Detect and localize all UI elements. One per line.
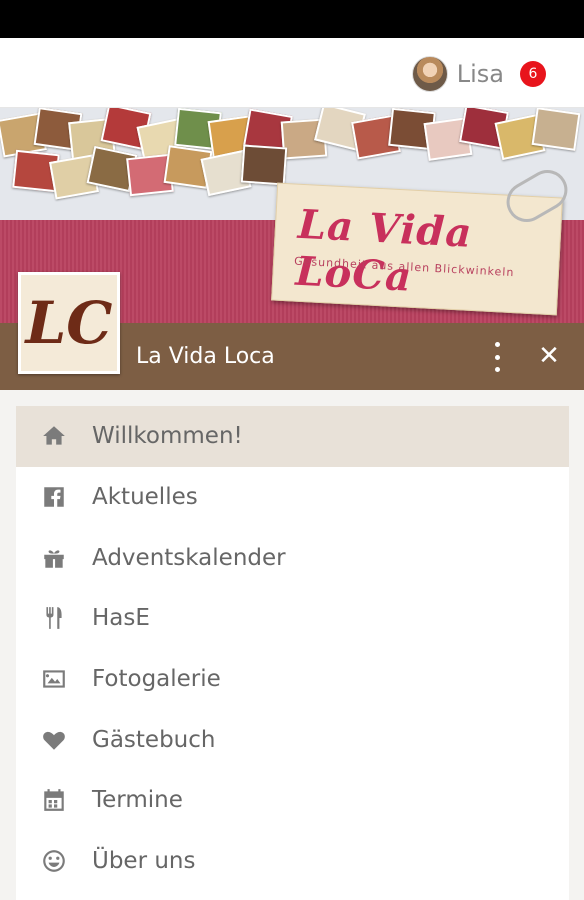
status-bar — [0, 0, 584, 38]
nav-item-willkommen[interactable]: Willkommen! — [16, 406, 569, 467]
nav-item-gaestebuch[interactable]: Gästebuch — [16, 709, 569, 770]
user-name[interactable]: Lisa — [457, 60, 504, 88]
more-options-icon[interactable] — [484, 342, 510, 372]
nav-item-termine[interactable]: Termine — [16, 770, 569, 831]
nav-item-label: Gästebuch — [92, 726, 216, 753]
notification-badge[interactable]: 6 — [520, 61, 546, 87]
nav-item-aktuelles[interactable]: Aktuelles — [16, 467, 569, 528]
nav-item-label: Termine — [92, 787, 183, 814]
user-menu[interactable]: Lisa 6 — [411, 56, 546, 92]
nav-item-adventskalender[interactable]: Adventskalender — [16, 527, 569, 588]
top-app-bar: Lisa 6 — [0, 38, 584, 108]
avatar[interactable] — [411, 56, 448, 92]
smiley-icon — [16, 848, 92, 874]
nav-item-label: Aktuelles — [92, 484, 198, 511]
calendar-icon — [16, 787, 92, 813]
close-icon[interactable]: ✕ — [533, 340, 565, 372]
gift-icon — [16, 545, 92, 571]
nav-item-ueber-uns[interactable]: Über uns — [16, 831, 569, 892]
heart-icon — [16, 727, 92, 753]
nav-item-label: Über uns — [92, 848, 196, 875]
image-icon — [16, 666, 92, 692]
nav-item-label: Fotogalerie — [92, 666, 221, 693]
nav-item-label: Willkommen! — [92, 423, 243, 450]
nav-item-hase[interactable]: HasE — [16, 588, 569, 649]
brand-logo: LC — [18, 272, 120, 374]
home-icon — [16, 423, 92, 449]
cutlery-icon — [16, 605, 92, 631]
nav-item-label: HasE — [92, 605, 150, 632]
facebook-icon — [16, 484, 92, 510]
nav-item-fotogalerie[interactable]: Fotogalerie — [16, 649, 569, 710]
nav-item-label: Adventskalender — [92, 544, 286, 571]
navigation-drawer: Willkommen! Aktuelles Adventskalender Ha… — [16, 406, 569, 900]
brand-logo-text: LC — [25, 289, 113, 357]
brand-name: La Vida Loca — [136, 344, 275, 369]
